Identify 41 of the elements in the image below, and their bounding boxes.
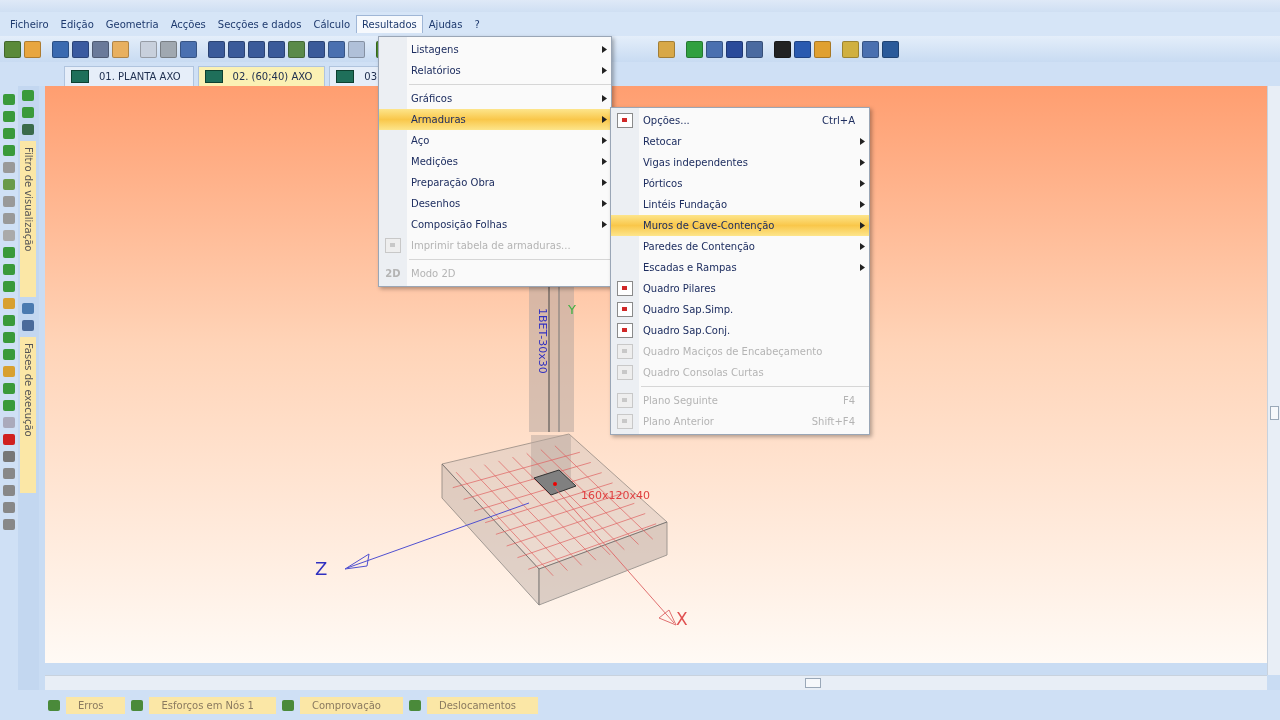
- menu-bar-item[interactable]: Ajudas: [422, 15, 469, 33]
- menu-bar-item[interactable]: Cálculo: [307, 15, 357, 33]
- menu-item[interactable]: Preparação Obra: [379, 172, 611, 193]
- side-panel-tab[interactable]: Fases de execução: [20, 337, 37, 493]
- menu-item[interactable]: Opções... Ctrl+A: [611, 110, 869, 131]
- menu-item[interactable]: Paredes de Contenção: [611, 236, 869, 257]
- menu-bar-item[interactable]: Acções: [164, 15, 212, 33]
- bottom-tab[interactable]: Esforços em Nós 1: [149, 696, 276, 714]
- menu-item[interactable]: Listagens: [379, 39, 611, 60]
- axis-label: X: [676, 609, 688, 629]
- mode-2d-icon: 2D: [385, 268, 401, 279]
- menu-item[interactable]: Escadas e Rampas: [611, 257, 869, 278]
- menu-item[interactable]: Retocar: [611, 131, 869, 152]
- menu-bar-item[interactable]: Edição: [54, 15, 100, 33]
- menu-item[interactable]: Armaduras: [379, 109, 611, 130]
- menu-item[interactable]: Quadro Sap.Simp.: [611, 299, 869, 320]
- menu-item[interactable]: Composição Folhas: [379, 214, 611, 235]
- view-tab[interactable]: 01. PLANTA AXO: [64, 66, 194, 86]
- bottom-tab[interactable]: Comprovação: [300, 696, 403, 714]
- menu-bar-item[interactable]: Ficheiro: [4, 15, 55, 33]
- column-label: 1BET-30x30: [536, 308, 549, 374]
- menu-bar-item[interactable]: Geometria: [99, 15, 165, 33]
- menu-item[interactable]: Vigas independentes: [611, 152, 869, 173]
- side-panel-tab[interactable]: Filtro de visualização: [20, 141, 37, 297]
- menu-item[interactable]: Quadro Sap.Conj.: [611, 320, 869, 341]
- axis-label: Z: [315, 558, 328, 579]
- axis-label: Y: [568, 302, 576, 317]
- menu-item[interactable]: Medições: [379, 151, 611, 172]
- menu-bar-item[interactable]: Resultados: [356, 15, 423, 33]
- menu-item[interactable]: Gráficos: [379, 88, 611, 109]
- menu-item[interactable]: Lintéis Fundação: [611, 194, 869, 215]
- footing-label: 160x120x40: [581, 489, 650, 502]
- view-tab[interactable]: 02. (60;40) AXO: [197, 66, 326, 86]
- bottom-tab[interactable]: Deslocamentos: [427, 696, 539, 714]
- menu-item[interactable]: Aço: [379, 130, 611, 151]
- menu-item[interactable]: Pórticos: [611, 173, 869, 194]
- menu-bar-item[interactable]: Secções e dados: [211, 15, 308, 33]
- menu-item[interactable]: Muros de Cave-Contenção: [611, 215, 869, 236]
- menu-item[interactable]: Quadro Pilares: [611, 278, 869, 299]
- menu-item[interactable]: Desenhos: [379, 193, 611, 214]
- menu-bar-item[interactable]: ?: [468, 15, 486, 33]
